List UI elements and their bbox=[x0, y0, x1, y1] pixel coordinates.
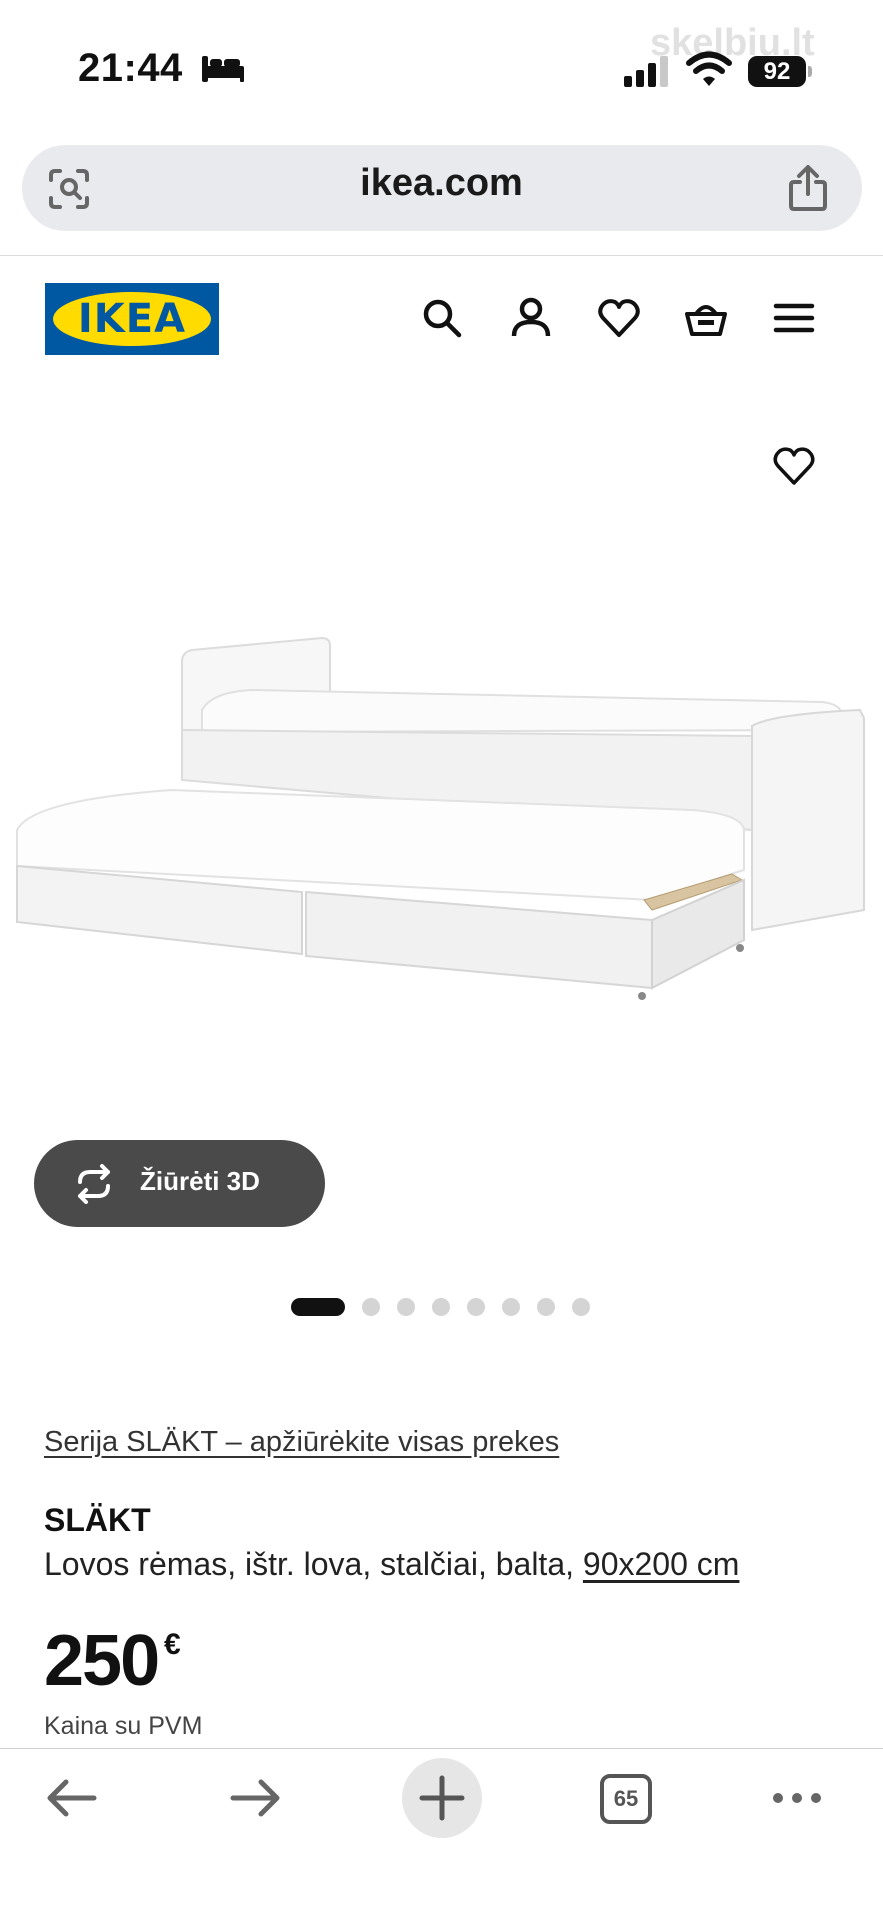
add-to-favorites-icon[interactable] bbox=[772, 444, 816, 488]
series-link[interactable]: Serija SLÄKT – apžiūrėkite visas prekes bbox=[44, 1426, 559, 1459]
gallery-dot[interactable] bbox=[432, 1298, 450, 1316]
menu-icon[interactable] bbox=[772, 296, 816, 340]
battery-indicator: 92 bbox=[748, 56, 806, 87]
gallery-pagination[interactable] bbox=[291, 1297, 607, 1317]
bed-icon bbox=[202, 56, 244, 82]
search-icon[interactable] bbox=[420, 296, 464, 340]
logo-text: IKEA bbox=[77, 296, 187, 342]
gallery-dot[interactable] bbox=[537, 1298, 555, 1316]
product-name: SLÄKT bbox=[44, 1502, 151, 1538]
more-options-icon[interactable] bbox=[768, 1772, 826, 1824]
back-arrow-icon[interactable] bbox=[42, 1772, 100, 1824]
product-image[interactable] bbox=[12, 630, 872, 1010]
gallery-dot-active[interactable] bbox=[291, 1298, 345, 1316]
gallery-dot[interactable] bbox=[502, 1298, 520, 1316]
rotate-3d-icon bbox=[78, 1164, 110, 1204]
gallery-dot[interactable] bbox=[572, 1298, 590, 1316]
gallery-dot[interactable] bbox=[362, 1298, 380, 1316]
wifi-icon bbox=[686, 51, 732, 86]
gallery-dot[interactable] bbox=[397, 1298, 415, 1316]
gallery-dot[interactable] bbox=[467, 1298, 485, 1316]
status-time: 21:44 bbox=[78, 46, 183, 90]
view-3d-button[interactable]: Žiūrėti 3D bbox=[34, 1140, 325, 1227]
product-price: 250 bbox=[44, 1621, 160, 1701]
address-divider bbox=[0, 255, 883, 256]
price-currency: € bbox=[164, 1628, 181, 1661]
forward-arrow-icon[interactable] bbox=[227, 1772, 285, 1824]
battery-tip bbox=[808, 66, 812, 77]
heart-icon[interactable] bbox=[597, 296, 641, 340]
account-icon[interactable] bbox=[509, 296, 553, 340]
vat-note: Kaina su PVM bbox=[44, 1712, 203, 1740]
view-3d-label: Žiūrėti 3D bbox=[140, 1166, 260, 1196]
basket-icon[interactable] bbox=[684, 296, 728, 340]
product-description: Lovos rėmas, ištr. lova, stalčiai, balta… bbox=[44, 1546, 739, 1583]
signal-icon bbox=[624, 56, 668, 87]
ikea-logo[interactable]: IKEA bbox=[45, 283, 219, 355]
url-text[interactable]: ikea.com bbox=[0, 162, 883, 205]
tabs-count-button[interactable]: 65 bbox=[600, 1774, 652, 1824]
plus-icon bbox=[419, 1775, 465, 1821]
product-description-text: Lovos rėmas, ištr. lova, stalčiai, balta… bbox=[44, 1546, 583, 1582]
product-size-link[interactable]: 90x200 cm bbox=[583, 1546, 740, 1582]
share-icon[interactable] bbox=[786, 164, 830, 212]
